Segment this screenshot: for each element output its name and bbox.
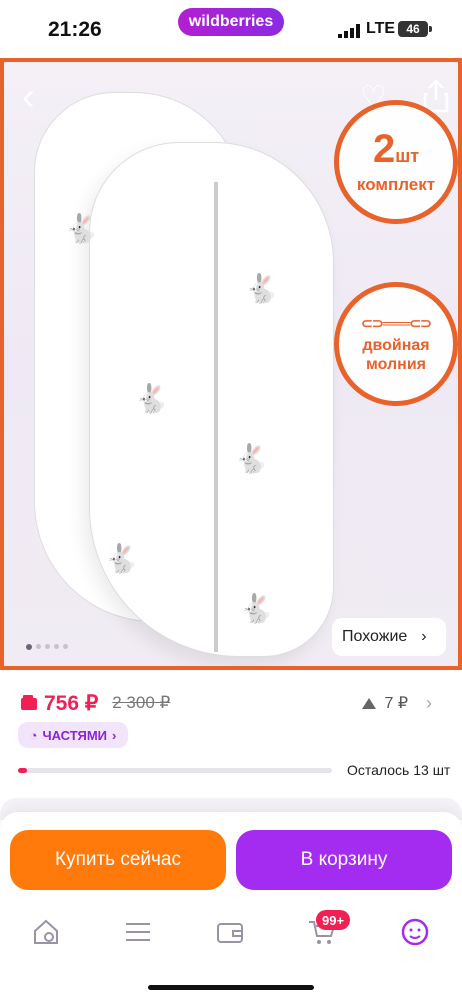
set-count-number: 2шт — [372, 126, 420, 171]
product-gallery[interactable]: 🐇 🐇 🐇 🐇 🐇 🐇 ‹ ♡ 2шт комплект ⊂⊃═══⊂⊃ дво… — [0, 58, 462, 670]
tab-catalog[interactable] — [121, 915, 155, 949]
network-label: LTE — [366, 20, 396, 37]
pagination-dot[interactable] — [54, 644, 59, 649]
installments-label: ЧАСТЯМИ — [42, 727, 108, 743]
double-zipper-badge: ⊂⊃═══⊂⊃ двойная молния — [334, 282, 458, 406]
tab-profile[interactable] — [398, 915, 432, 949]
triangle-up-icon — [362, 697, 377, 709]
menu-icon — [126, 923, 150, 941]
status-bar: 21:26 wildberries LTE 46 — [0, 0, 462, 58]
price-row: 756 ₽ 2 300 ₽ 7 ₽ › — [20, 690, 442, 716]
wallet-icon — [21, 695, 37, 710]
gallery-pagination[interactable] — [26, 644, 68, 650]
back-icon[interactable]: ‹ — [22, 78, 52, 116]
chevron-right-icon: › — [426, 692, 432, 713]
installments-button[interactable]: ◔ ЧАСТЯМИ › — [18, 722, 128, 748]
status-time: 21:26 — [48, 18, 102, 41]
bunny-icon: 🐇 — [234, 443, 269, 474]
pagination-dot[interactable] — [45, 644, 50, 649]
bunny-icon: 🐇 — [239, 593, 274, 624]
signal-icon — [338, 24, 360, 38]
buy-now-button[interactable]: Купить сейчас — [10, 830, 226, 890]
set-count-badge: 2шт комплект — [334, 100, 458, 224]
chevron-right-icon: › — [421, 628, 427, 645]
bunny-icon: 🐇 — [104, 543, 139, 574]
stock-progress-fill — [18, 768, 28, 773]
zipper-graphic — [214, 182, 218, 652]
price-change-value: 7 ₽ — [384, 695, 408, 712]
profile-icon — [401, 918, 429, 946]
zipper-icon: ⊂⊃═══⊂⊃ — [361, 314, 432, 331]
bottom-tab-bar — [0, 905, 462, 960]
stock-progress-bar — [18, 768, 332, 773]
pagination-dot[interactable] — [26, 644, 32, 650]
old-price: 2 300 ₽ — [112, 693, 171, 712]
tab-wallet[interactable] — [213, 915, 247, 949]
double-zipper-label: двойная молния — [362, 336, 430, 373]
set-count-label: комплект — [356, 174, 436, 194]
battery-icon: 46 — [398, 21, 432, 37]
stock-remaining-text: Осталось 13 шт — [347, 762, 451, 778]
product-image-front — [89, 142, 334, 657]
pagination-dot[interactable] — [36, 644, 41, 649]
home-search-icon — [34, 919, 58, 944]
similar-button-label: Похожие — [342, 628, 408, 645]
chevron-right-icon: › — [112, 727, 117, 743]
add-to-cart-button[interactable]: В корзину — [236, 830, 452, 890]
tab-home[interactable] — [29, 915, 63, 949]
pie-icon: ◔ — [29, 727, 38, 743]
price-history-link[interactable]: 7 ₽ › — [362, 693, 432, 714]
similar-button[interactable]: Похожие › — [332, 618, 446, 656]
pagination-dot[interactable] — [63, 644, 68, 649]
home-indicator — [148, 985, 314, 990]
brand-pill: wildberries — [178, 8, 284, 36]
current-price: 756 ₽ — [44, 691, 99, 715]
wallet-icon — [217, 923, 243, 943]
bunny-icon: 🐇 — [244, 273, 279, 304]
bunny-icon: 🐇 — [64, 213, 99, 244]
bunny-icon: 🐇 — [134, 383, 169, 414]
cart-count-badge: 99+ — [316, 910, 351, 930]
